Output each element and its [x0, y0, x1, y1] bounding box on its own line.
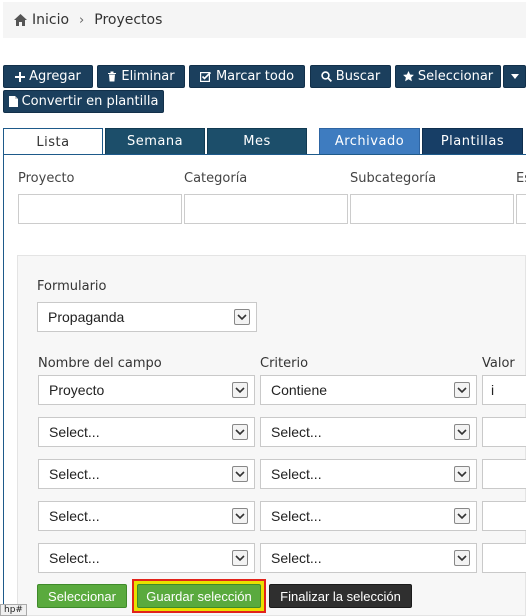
tab-semana-label: Semana: [126, 134, 184, 149]
chevron-down-icon: [232, 550, 248, 566]
criteria-select-value: Select...: [271, 466, 322, 482]
tab-mes[interactable]: Mes: [207, 128, 307, 155]
value-header: Valor: [482, 356, 515, 371]
mark-all-button[interactable]: Marcar todo: [189, 65, 305, 88]
add-button-label: Agregar: [29, 69, 81, 84]
field-select-value: Select...: [49, 424, 100, 440]
value-input-5[interactable]: [482, 543, 526, 573]
field-select-value: Select...: [49, 550, 100, 566]
status-bar-text: hp#: [4, 605, 23, 615]
chevron-down-icon: [232, 466, 248, 482]
chevron-right-icon: ›: [79, 12, 85, 28]
select-button-label: Seleccionar: [417, 69, 494, 84]
save-selection-button[interactable]: Guardar selección: [132, 579, 266, 613]
convert-template-button-label: Convertir en plantilla: [21, 94, 159, 109]
tab-lista[interactable]: Lista: [3, 128, 103, 156]
apply-select-button-label: Seleccionar: [48, 588, 116, 604]
value-input-3[interactable]: [482, 459, 526, 489]
finish-selection-button[interactable]: Finalizar la selección: [269, 584, 412, 608]
plus-icon: [15, 71, 26, 82]
delete-button[interactable]: Eliminar: [97, 65, 185, 88]
save-selection-button-label: Guardar selección: [146, 588, 252, 604]
column-header-subcategoria: Subcategoría: [350, 171, 437, 186]
tab-plantillas[interactable]: Plantillas: [422, 128, 523, 155]
field-select-5[interactable]: Select...: [38, 543, 255, 573]
chevron-down-icon: [454, 382, 470, 398]
field-select-4[interactable]: Select...: [38, 501, 255, 531]
save-selection-inner: Guardar selección: [137, 584, 261, 608]
column-header-categoria: Categoría: [184, 171, 248, 186]
field-select-value: Select...: [49, 508, 100, 524]
breadcrumb-home-label: Inicio: [32, 12, 70, 28]
form-select-value: Propaganda: [48, 309, 125, 325]
select-button[interactable]: Seleccionar: [395, 65, 501, 88]
convert-template-button[interactable]: Convertir en plantilla: [3, 90, 164, 113]
chevron-down-icon: [232, 382, 248, 398]
tab-lista-label: Lista: [36, 135, 70, 150]
criteria-select-value: Select...: [271, 424, 322, 440]
criteria-select-3[interactable]: Select...: [260, 459, 477, 489]
chevron-down-icon: [454, 508, 470, 524]
field-name-header: Nombre del campo: [38, 356, 162, 371]
value-input-2[interactable]: [482, 417, 526, 447]
breadcrumb-current: Proyectos: [94, 12, 163, 28]
file-icon: [8, 96, 18, 107]
tab-mes-label: Mes: [243, 134, 271, 149]
criteria-select-value: Select...: [271, 508, 322, 524]
home-icon: [14, 14, 27, 26]
criteria-select-value: Contiene: [271, 382, 328, 398]
tab-semana[interactable]: Semana: [105, 128, 205, 155]
caret-down-icon: [510, 74, 519, 79]
field-select-value: Proyecto: [49, 382, 105, 398]
apply-select-button[interactable]: Seleccionar: [37, 584, 127, 608]
search-button[interactable]: Buscar: [310, 65, 391, 88]
breadcrumb: Inicio › Proyectos: [3, 2, 526, 38]
field-select-1[interactable]: Proyecto: [38, 375, 255, 405]
column-filter-es[interactable]: [516, 194, 526, 224]
status-bar-url: hp#: [0, 604, 27, 616]
column-filter-subcategoria[interactable]: [350, 194, 514, 224]
value-input-text: i: [491, 382, 495, 398]
column-filter-proyecto[interactable]: [18, 194, 182, 224]
chevron-down-icon: [234, 309, 250, 325]
finish-selection-button-label: Finalizar la selección: [280, 588, 401, 604]
select-dropdown-toggle[interactable]: [503, 65, 526, 88]
add-button[interactable]: Agregar: [3, 65, 93, 88]
delete-button-label: Eliminar: [121, 69, 175, 84]
form-select[interactable]: Propaganda: [37, 302, 257, 332]
value-input-4[interactable]: [482, 501, 526, 531]
field-select-3[interactable]: Select...: [38, 459, 255, 489]
column-header-proyecto: Proyecto: [18, 171, 75, 186]
chevron-down-icon: [232, 424, 248, 440]
field-select-value: Select...: [49, 466, 100, 482]
star-icon: [402, 71, 414, 82]
tab-plantillas-label: Plantillas: [440, 134, 505, 149]
criteria-select-value: Select...: [271, 550, 322, 566]
chevron-down-icon: [454, 550, 470, 566]
trash-icon: [108, 71, 117, 82]
form-label: Formulario: [37, 279, 107, 294]
search-button-label: Buscar: [335, 69, 381, 84]
criteria-select-2[interactable]: Select...: [260, 417, 477, 447]
value-input-1[interactable]: i: [482, 375, 526, 405]
tab-archivado[interactable]: Archivado: [319, 128, 420, 155]
breadcrumb-home[interactable]: Inicio: [14, 12, 69, 28]
tab-archivado-label: Archivado: [334, 134, 405, 149]
criteria-header: Criterio: [260, 356, 309, 371]
chevron-down-icon: [454, 466, 470, 482]
checkbox-icon: [199, 71, 212, 82]
criteria-select-5[interactable]: Select...: [260, 543, 477, 573]
column-filter-categoria[interactable]: [184, 194, 348, 224]
criteria-select-4[interactable]: Select...: [260, 501, 477, 531]
chevron-down-icon: [454, 424, 470, 440]
column-header-es: Es: [516, 171, 526, 186]
search-icon: [321, 71, 332, 82]
chevron-down-icon: [232, 508, 248, 524]
mark-all-button-label: Marcar todo: [215, 69, 295, 84]
field-select-2[interactable]: Select...: [38, 417, 255, 447]
criteria-select-1[interactable]: Contiene: [260, 375, 477, 405]
